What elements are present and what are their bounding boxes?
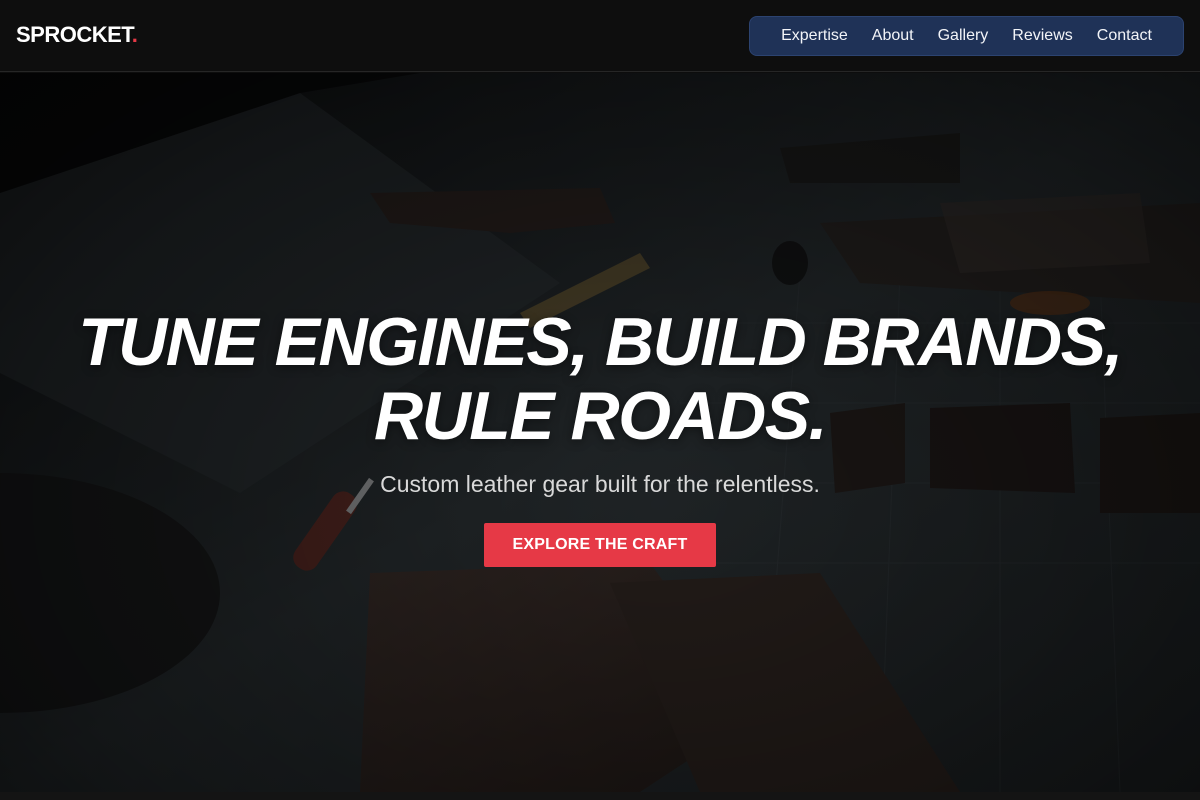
logo-text: SPROCKET	[16, 22, 132, 47]
logo-dot: .	[131, 22, 138, 47]
logo[interactable]: SPROCKET.	[16, 22, 138, 48]
hero-title-line-2: RULE ROADS.	[374, 378, 827, 454]
nav-link-expertise[interactable]: Expertise	[781, 27, 848, 45]
hero-content: TUNE ENGINES, BUILD BRANDS, RULE ROADS. …	[0, 73, 1200, 792]
hero-subtitle: Custom leather gear built for the relent…	[380, 471, 820, 497]
site-header: SPROCKET. Expertise About Gallery Review…	[0, 0, 1200, 72]
hero-section: TUNE ENGINES, BUILD BRANDS, RULE ROADS. …	[0, 73, 1200, 792]
hero-title: TUNE ENGINES, BUILD BRANDS, RULE ROADS.	[0, 305, 1200, 453]
nav-link-about[interactable]: About	[872, 27, 914, 45]
nav-link-contact[interactable]: Contact	[1097, 27, 1152, 45]
main-nav: Expertise About Gallery Reviews Contact	[749, 16, 1184, 56]
bottom-strip	[0, 792, 1200, 800]
nav-link-gallery[interactable]: Gallery	[938, 27, 989, 45]
hero-title-line-1: TUNE ENGINES, BUILD BRANDS,	[78, 304, 1123, 380]
explore-the-craft-button[interactable]: EXPLORE THE CRAFT	[484, 523, 716, 567]
nav-link-reviews[interactable]: Reviews	[1012, 27, 1072, 45]
